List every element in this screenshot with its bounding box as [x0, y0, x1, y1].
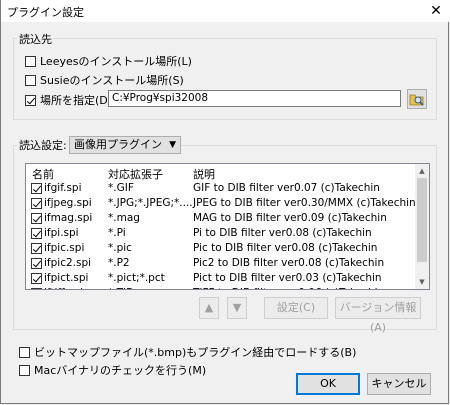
plugin-name: ifjpeg.spi — [44, 197, 92, 209]
ok-button[interactable]: OK — [296, 373, 360, 395]
load-settings-select[interactable]: 画像用プラグイン ▼ — [69, 136, 181, 154]
mac-binary-check-checkbox[interactable] — [19, 364, 30, 376]
susie-location-option[interactable]: Susieのインストール場所(S) — [25, 72, 184, 88]
bmp-via-plugin-label: ビットマップファイル(*.bmp)もプラグイン経由でロードする(B) — [34, 346, 357, 359]
plugin-name: ifpict.spi — [44, 272, 89, 284]
scroll-up-icon[interactable]: ▲ — [415, 164, 429, 178]
load-from-group-label: 読込先 — [17, 31, 54, 47]
list-item[interactable]: ifpict.spi *.pict;*.pct Pict to DIB filter… — [26, 271, 416, 286]
plugin-description: JPEG to DIB filter ver0.30/MMX (c)Takech… — [193, 197, 416, 209]
susie-location-checkbox[interactable] — [25, 74, 36, 86]
plugin-settings-dialog: プラグイン設定 ✕ 読込先 Leeyesのインストール場所(L) Susieのイ… — [0, 0, 450, 404]
folder-search-icon — [409, 94, 424, 106]
plugin-extension: *.JPG;*.JPEG;*.... — [108, 197, 193, 209]
plugin-description: Pi to DIB filter ver0.08 (c)Takechin — [193, 227, 372, 239]
mac-binary-check-option[interactable]: Macバイナリのチェックを行う(M) — [19, 362, 206, 378]
close-icon[interactable]: ✕ — [421, 0, 450, 22]
plugin-name: ifpi.spi — [44, 227, 79, 239]
plugin-name: ifpic2.spi — [44, 257, 92, 269]
column-header-name[interactable]: 名前 — [32, 166, 54, 182]
title-bar: プラグイン設定 ✕ — [1, 0, 450, 22]
leeyes-location-option[interactable]: Leeyesのインストール場所(L) — [25, 53, 192, 69]
plugin-enabled-checkbox[interactable] — [31, 273, 42, 284]
plugin-enabled-checkbox[interactable] — [31, 243, 42, 254]
list-item[interactable]: ifmag.spi *.mag MAG to DIB filter ver0.09 … — [26, 211, 416, 226]
plugin-settings-button[interactable]: 設定(C) — [264, 297, 328, 319]
scroll-down-icon[interactable]: ▼ — [415, 275, 429, 289]
plugin-path-input[interactable]: C:¥Prog¥spi32008 — [108, 90, 401, 107]
leeyes-location-label: Leeyesのインストール場所(L) — [40, 55, 192, 68]
plugin-description: GIF to DIB filter ver0.07 (c)Takechin — [193, 182, 380, 194]
plugin-list-header: 名前 対応拡張子 説明 — [26, 164, 429, 182]
cancel-button[interactable]: キャンセル — [367, 373, 431, 395]
plugin-extension: *.GIF — [108, 182, 134, 194]
plugin-name: ifgif.spi — [44, 182, 82, 194]
move-up-button[interactable]: ▲ — [199, 297, 219, 319]
version-info-button[interactable]: バージョン情報(A) — [335, 297, 421, 334]
plugin-extension: *.P2 — [108, 257, 130, 269]
plugin-extension: *.pict;*.pct — [108, 272, 165, 284]
plugin-enabled-checkbox[interactable] — [31, 258, 42, 269]
custom-location-label: 場所を指定(D) — [40, 94, 113, 107]
plugin-extension: *.pic — [108, 242, 132, 254]
plugin-description: Pic2 to DIB filter ver0.08 (c)Takechin — [193, 257, 385, 269]
plugin-name: ifpic.spi — [44, 242, 85, 254]
chevron-down-icon: ▼ — [169, 140, 176, 150]
list-item[interactable]: ifpic2.spi *.P2 Pic2 to DIB filter ver0.08… — [26, 256, 416, 271]
plugin-enabled-checkbox[interactable] — [31, 183, 42, 194]
list-item[interactable]: ifpic.spi *.pic Pic to DIB filter ver0.08 … — [26, 241, 416, 256]
plugin-description: Pict to DIB filter ver0.03 (c)Takechin — [193, 272, 382, 284]
scrollbar-thumb[interactable] — [417, 178, 427, 262]
plugin-extension: *.Pi — [108, 227, 126, 239]
load-settings-label: 読込設定: — [17, 137, 69, 153]
list-item[interactable]: ifgif.spi *.GIF GIF to DIB filter ver0.07 … — [26, 181, 416, 196]
column-header-description[interactable]: 説明 — [193, 166, 215, 182]
plugin-description: Pic to DIB filter ver0.08 (c)Takechin — [193, 242, 378, 254]
plugin-extension: *.mag — [108, 212, 140, 224]
susie-location-label: Susieのインストール場所(S) — [40, 74, 184, 87]
list-item[interactable]: ifjpeg.spi *.JPG;*.JPEG;*.... JPEG to DIB … — [26, 196, 416, 211]
custom-location-option[interactable]: 場所を指定(D) — [25, 92, 112, 108]
mac-binary-check-label: Macバイナリのチェックを行う(M) — [34, 364, 207, 377]
load-settings-value: 画像用プラグイン — [74, 138, 162, 151]
window-title: プラグイン設定 — [7, 6, 84, 19]
plugin-enabled-checkbox[interactable] — [31, 213, 42, 224]
move-down-button[interactable]: ▼ — [227, 297, 247, 319]
browse-folder-button[interactable] — [407, 89, 427, 109]
custom-location-checkbox[interactable] — [25, 94, 36, 106]
plugin-enabled-checkbox[interactable] — [31, 198, 42, 209]
column-header-extension[interactable]: 対応拡張子 — [108, 166, 163, 182]
plugin-list-scrollbar[interactable]: ▲ ▼ — [415, 164, 429, 289]
bmp-via-plugin-checkbox[interactable] — [19, 346, 30, 358]
plugin-name: iftiff.spi — [44, 287, 83, 289]
list-item[interactable]: iftiff.spi *.TIF TIFF to DIB filter ver0.0… — [26, 286, 416, 289]
list-item[interactable]: ifpi.spi *.Pi Pi to DIB filter ver0.08 (c)… — [26, 226, 416, 241]
plugin-enabled-checkbox[interactable] — [31, 228, 42, 239]
plugin-description: MAG to DIB filter ver0.09 (c)Takechin — [193, 212, 387, 224]
plugin-name: ifmag.spi — [44, 212, 93, 224]
leeyes-location-checkbox[interactable] — [25, 55, 36, 67]
plugin-description: TIFF to DIB filter ver0.06 (c)Takechin — [193, 287, 384, 289]
bmp-via-plugin-option[interactable]: ビットマップファイル(*.bmp)もプラグイン経由でロードする(B) — [19, 344, 356, 360]
plugin-extension: *.TIF — [108, 287, 132, 289]
plugin-list[interactable]: 名前 対応拡張子 説明 ifgif.spi *.GIF GIF to DIB fil… — [25, 163, 430, 290]
plugin-enabled-checkbox[interactable] — [31, 288, 42, 289]
